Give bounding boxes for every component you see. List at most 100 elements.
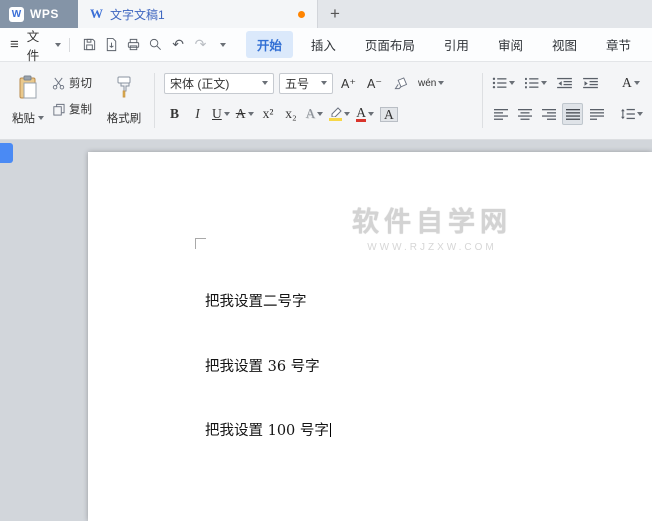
document-tab[interactable]: W 文字文稿1: [78, 0, 318, 28]
wps-home-tab[interactable]: W WPS: [0, 0, 78, 28]
highlight-caret-icon: [344, 112, 350, 116]
sidebar-toggle-icon[interactable]: [0, 143, 13, 163]
watermark-title: 软件自学网: [352, 200, 512, 239]
tab-home[interactable]: 开始: [246, 31, 293, 58]
increase-indent-icon: [583, 77, 598, 89]
redo-icon: ↷: [195, 36, 207, 53]
font-color-icon: A: [356, 107, 366, 122]
align-center-icon: [518, 109, 532, 120]
watermark-url: WWW.RJZXW.COM: [352, 242, 512, 253]
font-size-value: 五号: [285, 75, 309, 92]
superscript-button[interactable]: x²: [258, 103, 279, 125]
text-tools-button[interactable]: A: [620, 72, 642, 94]
pinyin-guide-button[interactable]: wén: [416, 72, 446, 94]
bullet-list-icon: [492, 77, 507, 89]
paste-button[interactable]: 粘贴: [6, 69, 50, 132]
italic-button[interactable]: I: [187, 103, 208, 125]
quick-access-more-button[interactable]: [212, 33, 234, 57]
font-size-caret-icon: [321, 81, 327, 85]
distribute-icon: [590, 109, 604, 120]
file-menu-caret-icon[interactable]: [55, 43, 61, 47]
line-spacing-button[interactable]: [618, 103, 645, 125]
bold-icon: B: [170, 106, 179, 122]
save-button[interactable]: [78, 33, 100, 57]
unsaved-indicator-dot: [298, 11, 305, 18]
paragraph-group-row2: [490, 103, 645, 125]
bullet-list-button[interactable]: [490, 72, 517, 94]
main-menu-icon[interactable]: ≡: [10, 36, 19, 53]
decrease-indent-button[interactable]: [554, 72, 575, 94]
copy-icon: [52, 103, 65, 116]
tab-section[interactable]: 章节: [595, 31, 642, 58]
tab-references[interactable]: 引用: [433, 31, 480, 58]
text-effects-icon: A: [306, 106, 316, 122]
text-line[interactable]: 把我设置二号字: [205, 292, 331, 314]
cut-copy-group: 剪切 复制: [52, 75, 92, 117]
tab-view[interactable]: 视图: [541, 31, 588, 58]
wps-logo-icon: W: [9, 7, 24, 22]
font-name-value: 宋体 (正文): [170, 75, 229, 92]
new-tab-button[interactable]: +: [318, 0, 352, 28]
line-spacing-caret-icon: [637, 112, 643, 116]
tab-page-layout[interactable]: 页面布局: [354, 31, 426, 58]
pinyin-icon: wén: [418, 78, 436, 89]
char-shading-button[interactable]: A: [378, 103, 400, 125]
italic-icon: I: [195, 106, 200, 122]
pinyin-caret-icon: [438, 81, 444, 85]
document-type-icon: W: [90, 6, 103, 22]
strikethrough-caret-icon: [248, 112, 254, 116]
superscript-icon: x²: [263, 106, 274, 122]
text-tools-caret-icon: [634, 81, 640, 85]
format-painter-button[interactable]: 格式刷: [102, 69, 146, 132]
align-left-icon: [494, 109, 508, 120]
bold-button[interactable]: B: [164, 103, 185, 125]
align-center-button[interactable]: [514, 103, 535, 125]
document-text[interactable]: 把我设置二号字 把我设置 36 号字 把我设置 100 号字: [205, 249, 331, 486]
font-size-select[interactable]: 五号: [279, 73, 333, 94]
separator: [482, 73, 483, 128]
justify-button[interactable]: [562, 103, 583, 125]
redo-button[interactable]: ↷: [189, 33, 211, 57]
print-preview-button[interactable]: [145, 33, 167, 57]
tab-insert[interactable]: 插入: [300, 31, 347, 58]
format-painter-label: 格式刷: [107, 110, 142, 126]
text-line[interactable]: 把我设置 36 号字: [205, 357, 331, 379]
watermark: 软件自学网 WWW.RJZXW.COM: [352, 200, 512, 253]
align-left-button[interactable]: [490, 103, 511, 125]
decrease-font-icon: A⁻: [367, 76, 382, 91]
file-menu[interactable]: 文件: [27, 26, 50, 64]
increase-indent-button[interactable]: [580, 72, 601, 94]
ribbon-tabs: 开始 插入 页面布局 引用 审阅 视图 章节: [246, 31, 642, 58]
print-preview-icon: [148, 37, 163, 52]
strikethrough-icon: A: [236, 106, 246, 122]
strikethrough-button[interactable]: A: [234, 103, 256, 125]
export-pdf-icon: [104, 37, 119, 52]
font-name-select[interactable]: 宋体 (正文): [164, 73, 274, 94]
undo-button[interactable]: ↶: [167, 33, 189, 57]
cut-button[interactable]: 剪切: [52, 75, 92, 91]
text-effects-button[interactable]: A: [304, 103, 326, 125]
underline-icon: U: [212, 106, 222, 122]
ribbon-toolbar: 粘贴 剪切 复制 格式刷 宋体 (正文): [0, 62, 652, 140]
font-color-button[interactable]: A: [354, 103, 376, 125]
highlighter-icon: [329, 107, 342, 121]
font-color-caret-icon: [368, 112, 374, 116]
clear-format-button[interactable]: [390, 72, 411, 94]
text-line[interactable]: 把我设置 100 号字: [205, 421, 331, 443]
subscript-button[interactable]: x₂: [281, 103, 302, 125]
decrease-font-button[interactable]: A⁻: [364, 72, 385, 94]
distribute-button[interactable]: [586, 103, 607, 125]
document-area[interactable]: 软件自学网 WWW.RJZXW.COM 把我设置二号字 把我设置 36 号字 把…: [0, 140, 652, 521]
increase-font-button[interactable]: A⁺: [338, 72, 359, 94]
document-page[interactable]: 软件自学网 WWW.RJZXW.COM 把我设置二号字 把我设置 36 号字 把…: [88, 152, 652, 521]
export-pdf-button[interactable]: [100, 33, 122, 57]
margin-crop-mark-icon: [195, 238, 206, 249]
format-painter-icon: [112, 74, 136, 100]
underline-button[interactable]: U: [210, 103, 232, 125]
tab-review[interactable]: 审阅: [487, 31, 534, 58]
copy-button[interactable]: 复制: [52, 101, 92, 117]
numbered-list-button[interactable]: [522, 72, 549, 94]
print-button[interactable]: [122, 33, 144, 57]
align-right-button[interactable]: [538, 103, 559, 125]
highlight-button[interactable]: [327, 103, 352, 125]
